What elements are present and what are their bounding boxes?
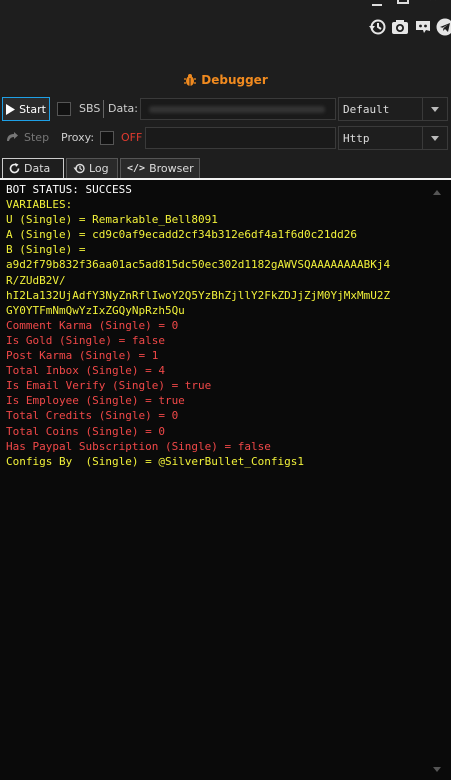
data-input[interactable]	[140, 98, 336, 120]
proxy-checkbox[interactable]	[100, 131, 114, 145]
start-label: Start	[19, 102, 46, 116]
console-line: Post Karma (Single) = 1	[6, 349, 159, 363]
title-bar: ✕	[0, 0, 451, 60]
data-label: Data:	[108, 102, 138, 115]
console-line: hI2La132UjAdfY3NyZnRflIwoY2Q5YzBhZjllY2F…	[6, 288, 391, 302]
tab-browser[interactable]: </> Browser	[120, 158, 200, 178]
data-mode-value: Default	[343, 102, 390, 116]
redacted-data	[149, 106, 325, 113]
history-icon[interactable]	[368, 18, 386, 36]
proxy-type-dropdown[interactable]: Http	[338, 126, 448, 150]
minimize-button[interactable]	[372, 0, 382, 6]
sbs-checkbox[interactable]	[57, 102, 71, 116]
step-icon	[7, 132, 18, 141]
sbs-label: SBS	[79, 102, 101, 115]
tab-browser-label: Browser	[149, 162, 194, 175]
console-line: U (Single) = Remarkable_Bell8091	[6, 213, 218, 227]
tab-data[interactable]: Data	[2, 158, 64, 178]
data-mode-dropdown[interactable]: Default	[338, 97, 448, 121]
console-line: Comment Karma (Single) = 0	[6, 318, 179, 332]
proxy-type-value: Http	[343, 131, 370, 145]
camera-icon[interactable]	[391, 18, 409, 36]
proxy-label: Proxy:	[61, 131, 95, 144]
console-line: GY0YTFmNmQwYzIxZGQyNpRzh5Qu	[6, 303, 185, 317]
discord-icon[interactable]	[414, 18, 432, 36]
console-line: VARIABLES:	[6, 198, 73, 212]
refresh-icon	[9, 163, 20, 174]
scroll-down-arrow[interactable]	[433, 767, 441, 772]
console-line: BOT STATUS: SUCCESS	[6, 183, 132, 196]
divider	[103, 100, 104, 118]
console-line: A (Single) = cd9c0af9ecadd2cf34b312e6df4…	[6, 228, 357, 242]
history-icon	[73, 163, 85, 174]
bug-icon	[184, 74, 197, 86]
proxy-input[interactable]	[145, 127, 336, 149]
scroll-up-arrow[interactable]	[433, 190, 441, 195]
console-line: Has Paypal Subscription (Single) = false	[6, 439, 271, 453]
console-line: Total Inbox (Single) = 4	[6, 364, 165, 378]
telegram-icon[interactable]	[436, 18, 451, 36]
tab-log-label: Log	[89, 162, 109, 175]
console-output[interactable]: BOT STATUS: SUCCESS VARIABLES: U (Single) …	[0, 180, 451, 780]
tab-log[interactable]: Log	[66, 158, 118, 178]
console-line: Is Employee (Single) = true	[6, 394, 185, 408]
code-icon: </>	[127, 163, 146, 174]
chevron-down-icon	[422, 127, 447, 149]
start-button[interactable]: Start	[2, 97, 50, 121]
toolbar-row-1: Start SBS Data: Default	[0, 95, 451, 123]
console-line: R/ZUdB2V/	[6, 273, 66, 287]
page-title: Debugger	[201, 73, 268, 87]
console-line: Is Gold (Single) = false	[6, 333, 165, 347]
tab-bar: Data Log </> Browser	[0, 156, 451, 180]
debugger-header: Debugger	[0, 66, 451, 94]
console-line: Configs By (Single) = @SilverBullet_Conf…	[6, 454, 305, 468]
play-icon	[6, 103, 16, 115]
console-line: Total Credits (Single) = 0	[6, 409, 179, 423]
console-line: Total Coins (Single) = 0	[6, 424, 165, 438]
proxy-state: OFF	[121, 131, 143, 144]
close-button[interactable]: ✕	[428, 0, 440, 4]
console-line: a9d2f79b832f36aa01ac5ad815dc50ec302d1182…	[6, 258, 391, 272]
tab-data-label: Data	[24, 162, 51, 175]
console-line: Is Email Verify (Single) = true	[6, 379, 212, 393]
step-label: Step	[24, 131, 50, 144]
console-lines: BOT STATUS: SUCCESS VARIABLES: U (Single) …	[6, 182, 431, 469]
toolbar-row-2: Step Proxy: OFF Http	[0, 124, 451, 152]
console-line: B (Single) =	[6, 243, 86, 257]
step-button[interactable]: Step	[5, 131, 49, 144]
maximize-button[interactable]	[397, 0, 409, 4]
chevron-down-icon	[422, 98, 447, 120]
